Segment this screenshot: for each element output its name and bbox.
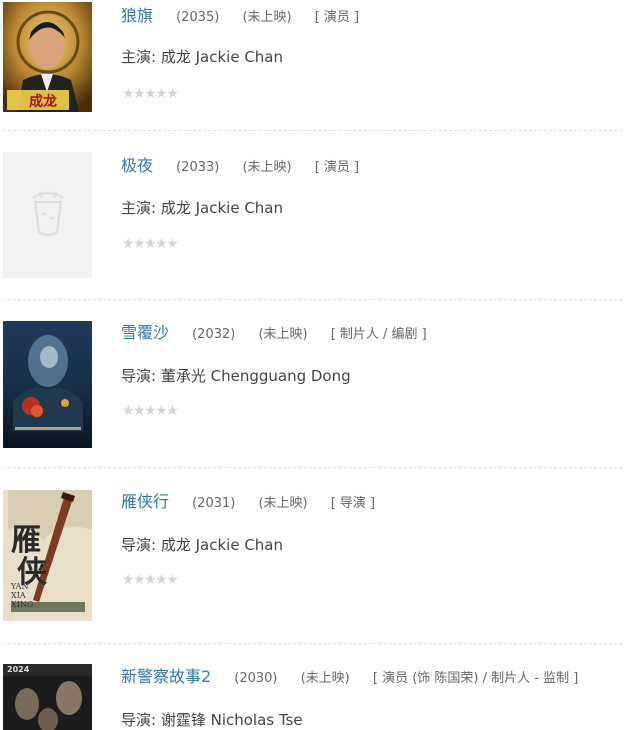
release-year: (2033): [176, 160, 220, 175]
credit-name: 谢霆锋 Nicholas Tse: [160, 711, 303, 729]
credit-name: 董承光 Chengguang Dong: [160, 367, 351, 385]
movie-title-link[interactable]: 狼旗: [121, 6, 153, 25]
credit-line: 主演: 成龙 Jackie Chan: [121, 197, 283, 218]
credit-line: 主演: 成龙 Jackie Chan: [121, 46, 283, 67]
rating-stars: ★★★★★: [122, 236, 179, 252]
title-row: 狼旗 (2035) (未上映) [ 演员 ]: [121, 6, 359, 28]
list-item: 雁 侠 YAN XIA XING 雁侠行 (2031) (未上映) [ 导演 ]…: [0, 468, 625, 644]
list-item: 2024 新警察故事2 (2030) (未上映) [ 演员 (饰 陈国荣) / …: [0, 644, 625, 730]
movie-title-link[interactable]: 雁侠行: [121, 492, 169, 511]
poster-image[interactable]: [3, 321, 92, 448]
credit-label: 导演:: [121, 367, 157, 385]
movie-title-link[interactable]: 极夜: [121, 156, 153, 175]
poster-art: [3, 321, 92, 448]
list-item: 雪覆沙 (2032) (未上映) [ 制片人 / 编剧 ] 导演: 董承光 Ch…: [0, 300, 625, 468]
movie-placeholder-icon: [32, 191, 64, 236]
credit-label: 导演:: [121, 536, 157, 554]
credit-name: 成龙 Jackie Chan: [160, 536, 284, 554]
rating-stars: ★★★★★: [122, 403, 179, 419]
roles: [ 演员 ]: [314, 10, 360, 25]
poster-caption: YAN XIA XING: [11, 582, 34, 609]
release-status: (未上映): [258, 496, 308, 511]
roles: [ 制片人 / 编剧 ]: [330, 327, 427, 342]
release-year: (2031): [192, 496, 236, 511]
roles: [ 演员 (饰 陈国荣) / 制片人 - 监制 ]: [372, 671, 579, 686]
svg-text:雁: 雁: [11, 523, 41, 558]
poster-image[interactable]: 2024: [3, 664, 92, 730]
credit-line: 导演: 谢霆锋 Nicholas Tse: [121, 709, 303, 730]
list-item: 极夜 (2033) (未上映) [ 演员 ] 主演: 成龙 Jackie Cha…: [0, 132, 625, 300]
movie-title-link[interactable]: 新警察故事2: [121, 667, 211, 686]
roles: [ 导演 ]: [330, 496, 376, 511]
rating-stars: ★★★★★: [122, 572, 179, 588]
credit-label: 导演:: [121, 711, 157, 729]
release-year: (2030): [234, 671, 278, 686]
filmography-list: 成龙 狼旗 (2035) (未上映) [ 演员 ] 主演: 成龙 Jackie …: [0, 0, 637, 730]
release-year: (2032): [192, 327, 236, 342]
credit-name: 成龙 Jackie Chan: [160, 199, 284, 217]
rating-stars: ★★★★★: [122, 86, 179, 102]
poster-caption: 2024: [7, 665, 30, 674]
poster-caption: 成龙: [29, 94, 57, 110]
poster-image[interactable]: 雁 侠 YAN XIA XING: [3, 490, 92, 621]
credit-name: 成龙 Jackie Chan: [160, 48, 284, 66]
title-row: 新警察故事2 (2030) (未上映) [ 演员 (饰 陈国荣) / 制片人 -…: [121, 667, 578, 689]
list-item: 成龙 狼旗 (2035) (未上映) [ 演员 ] 主演: 成龙 Jackie …: [0, 0, 625, 132]
title-row: 极夜 (2033) (未上映) [ 演员 ]: [121, 156, 359, 178]
release-status: (未上映): [242, 10, 292, 25]
release-year: (2035): [176, 10, 220, 25]
movie-title-link[interactable]: 雪覆沙: [121, 323, 169, 342]
divider: [3, 130, 622, 131]
roles: [ 演员 ]: [314, 160, 360, 175]
credit-line: 导演: 成龙 Jackie Chan: [121, 534, 283, 555]
poster-image[interactable]: 成龙: [3, 2, 92, 112]
release-status: (未上映): [242, 160, 292, 175]
title-row: 雁侠行 (2031) (未上映) [ 导演 ]: [121, 492, 375, 514]
credit-label: 主演:: [121, 48, 157, 66]
credit-line: 导演: 董承光 Chengguang Dong: [121, 365, 351, 386]
release-status: (未上映): [258, 327, 308, 342]
release-status: (未上映): [300, 671, 350, 686]
poster-placeholder[interactable]: [3, 152, 92, 278]
title-row: 雪覆沙 (2032) (未上映) [ 制片人 / 编剧 ]: [121, 323, 427, 345]
credit-label: 主演:: [121, 199, 157, 217]
